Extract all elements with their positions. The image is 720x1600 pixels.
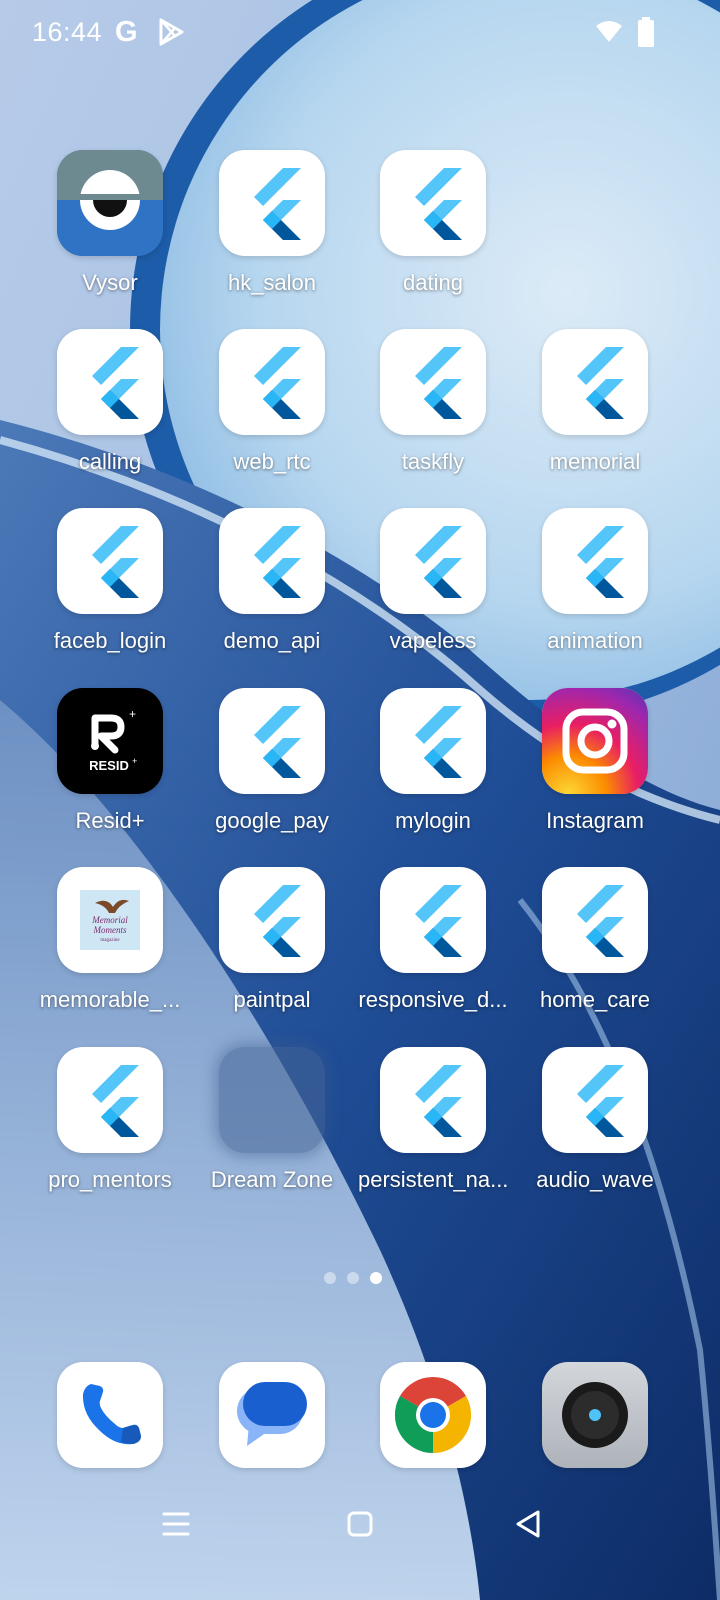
- flutter-icon: [380, 329, 486, 435]
- app-memorial[interactable]: memorial: [520, 329, 670, 475]
- app-web-rtc[interactable]: web_rtc: [197, 329, 347, 475]
- app-audio-wave[interactable]: audio_wave: [520, 1047, 670, 1193]
- app-dating[interactable]: dating: [358, 150, 508, 296]
- menu-icon[interactable]: [156, 1504, 196, 1544]
- status-bar: 16:44 G: [0, 0, 720, 66]
- app-resid[interactable]: + RESID + Resid+: [35, 688, 185, 834]
- app-paintpal[interactable]: paintpal: [197, 867, 347, 1013]
- wifi-icon: [596, 21, 622, 42]
- app-calling[interactable]: calling: [35, 329, 185, 475]
- app-home-care[interactable]: home_care: [520, 867, 670, 1013]
- play-store-icon: [159, 18, 184, 46]
- battery-icon: [638, 17, 654, 47]
- app-mylogin[interactable]: mylogin: [358, 688, 508, 834]
- app-vapeless[interactable]: vapeless: [358, 508, 508, 654]
- flutter-icon: [219, 150, 325, 256]
- resid-icon-text: RESID: [89, 758, 129, 773]
- resid-icon: + RESID +: [57, 688, 163, 794]
- flutter-icon: [542, 1047, 648, 1153]
- app-label: dating: [403, 270, 463, 295]
- app-animation[interactable]: animation: [520, 508, 670, 654]
- app-memorable[interactable]: Memorial Moments magazine memorable_...: [35, 867, 185, 1013]
- memorial-icon-text-1: Memorial: [91, 915, 128, 925]
- app-label: Vysor: [82, 270, 138, 295]
- memorial-icon-text-3: magazine: [100, 938, 120, 943]
- flutter-icon: [57, 329, 163, 435]
- app-hk-salon[interactable]: hk_salon: [197, 150, 347, 296]
- memorial-icon-text-2: Moments: [93, 925, 127, 935]
- app-pro-mentors[interactable]: pro_mentors: [35, 1047, 185, 1193]
- app-label: animation: [547, 628, 643, 653]
- page-dot-1[interactable]: [324, 1272, 336, 1284]
- flutter-icon: [219, 688, 325, 794]
- app-label: home_care: [539, 987, 651, 1012]
- back-icon[interactable]: [508, 1504, 548, 1544]
- app-label: Instagram: [546, 808, 644, 833]
- flutter-icon: [542, 867, 648, 973]
- app-responsive-d[interactable]: responsive_d...: [358, 867, 508, 1013]
- app-label: Dream Zone: [210, 1167, 334, 1192]
- app-label: audio_wave: [536, 1167, 654, 1192]
- app-label: demo_api: [223, 628, 321, 653]
- page-dot-3[interactable]: [370, 1272, 382, 1284]
- dock-phone[interactable]: [35, 1362, 185, 1468]
- navigation-bar: [0, 1490, 720, 1560]
- dock-messages[interactable]: [197, 1362, 347, 1468]
- flutter-icon: [219, 508, 325, 614]
- folder-icon: [219, 1047, 325, 1153]
- flutter-icon: [219, 329, 325, 435]
- app-label: paintpal: [233, 987, 311, 1012]
- app-faceb-login[interactable]: faceb_login: [35, 508, 185, 654]
- app-demo-api[interactable]: demo_api: [197, 508, 347, 654]
- flutter-icon: [380, 867, 486, 973]
- app-google-pay[interactable]: google_pay: [197, 688, 347, 834]
- flutter-icon: [57, 1047, 163, 1153]
- instagram-icon: [542, 688, 648, 794]
- page-indicator[interactable]: [324, 1272, 382, 1284]
- app-persistent-na[interactable]: persistent_na...: [358, 1047, 508, 1193]
- dock-chrome[interactable]: [358, 1362, 508, 1468]
- app-label: google_pay: [215, 808, 329, 833]
- vysor-icon: [57, 150, 163, 256]
- app-label: vapeless: [389, 628, 477, 653]
- app-label: mylogin: [395, 808, 471, 833]
- home-icon[interactable]: [340, 1504, 380, 1544]
- camera-icon: [542, 1362, 648, 1468]
- app-label: web_rtc: [233, 449, 311, 474]
- app-label: hk_salon: [227, 270, 317, 295]
- app-label: pro_mentors: [48, 1167, 172, 1192]
- svg-text:+: +: [132, 756, 137, 766]
- app-label: Resid+: [75, 808, 145, 833]
- flutter-icon: [57, 508, 163, 614]
- messages-icon: [219, 1362, 325, 1468]
- flutter-icon: [542, 329, 648, 435]
- phone-icon: [57, 1362, 163, 1468]
- app-label: calling: [78, 449, 142, 474]
- app-label: memorable_...: [39, 987, 181, 1012]
- flutter-icon: [219, 867, 325, 973]
- flutter-icon: [380, 150, 486, 256]
- page-dot-2[interactable]: [347, 1272, 359, 1284]
- flutter-icon: [380, 508, 486, 614]
- status-time: 16:44: [32, 17, 103, 47]
- flutter-icon: [380, 688, 486, 794]
- app-taskfly[interactable]: taskfly: [358, 329, 508, 475]
- flutter-icon: [542, 508, 648, 614]
- flutter-icon: [380, 1047, 486, 1153]
- memorial-moments-icon: Memorial Moments magazine: [57, 867, 163, 973]
- svg-text:+: +: [129, 707, 136, 721]
- dock-camera[interactable]: [520, 1362, 670, 1468]
- app-label: taskfly: [401, 449, 465, 474]
- chrome-icon: [380, 1362, 486, 1468]
- app-label: responsive_d...: [358, 987, 508, 1012]
- app-vysor[interactable]: Vysor: [35, 150, 185, 296]
- app-dream-zone[interactable]: Dream Zone: [197, 1047, 347, 1193]
- app-instagram[interactable]: Instagram: [520, 688, 670, 834]
- app-label: persistent_na...: [358, 1167, 509, 1192]
- app-label: faceb_login: [53, 628, 167, 653]
- app-label: memorial: [549, 449, 641, 474]
- google-icon: G: [115, 16, 138, 48]
